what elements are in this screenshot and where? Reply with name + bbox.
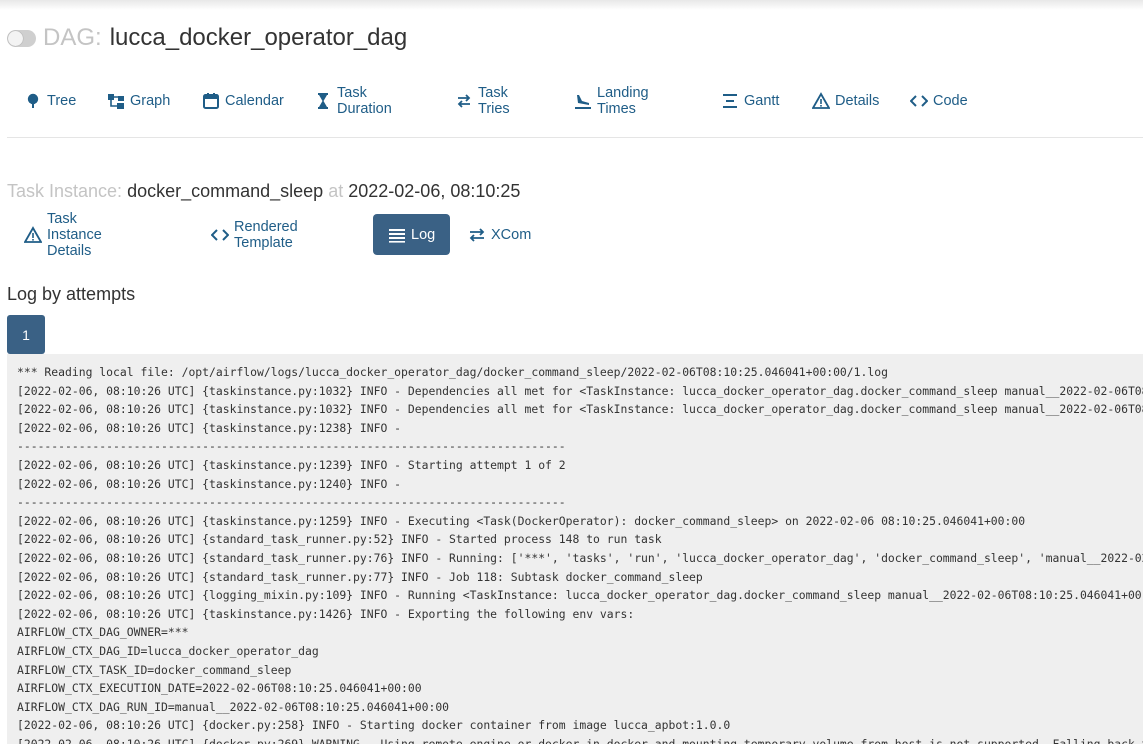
nav-gantt[interactable]: Gantt bbox=[721, 86, 779, 116]
nav-code[interactable]: Code bbox=[910, 86, 968, 116]
log-line: AIRFLOW_CTX_EXECUTION_DATE=2022-02-06T08… bbox=[17, 681, 422, 696]
task-instance-date: 2022-02-06, 08:10:25 bbox=[348, 181, 521, 201]
log-line: [2022-02-06, 08:10:26 UTC] {taskinstance… bbox=[17, 476, 408, 491]
log-by-attempts-heading: Log by attempts bbox=[7, 284, 136, 304]
nav-graph-label: Graph bbox=[130, 93, 171, 109]
nav-task-tries-label: Task Tries bbox=[478, 85, 510, 117]
hourglass-icon bbox=[314, 92, 332, 110]
calendar-icon bbox=[202, 92, 220, 110]
dag-id: lucca_docker_operator_dag bbox=[109, 24, 408, 51]
log-line: ----------------------------------------… bbox=[17, 439, 566, 454]
nav-divider bbox=[7, 137, 1143, 138]
nav-code-label: Code bbox=[933, 93, 968, 109]
tree-icon bbox=[24, 92, 42, 110]
graph-icon bbox=[107, 92, 125, 110]
log-line: [2022-02-06, 08:10:26 UTC] {standard_tas… bbox=[17, 532, 662, 547]
dag-pause-toggle[interactable] bbox=[7, 29, 36, 47]
task-instance-label: Task Instance: bbox=[7, 181, 123, 201]
dag-header: DAG: lucca_docker_operator_dag bbox=[7, 22, 407, 54]
dag-label: DAG: bbox=[43, 24, 102, 51]
nav-task-duration[interactable]: Task Duration bbox=[314, 85, 392, 117]
nav-details[interactable]: Details bbox=[812, 86, 879, 116]
log-line: [2022-02-06, 08:10:26 UTC] {taskinstance… bbox=[17, 457, 566, 472]
log-output[interactable]: *** Reading local file: /opt/airflow/log… bbox=[7, 354, 1143, 744]
code-icon bbox=[910, 92, 928, 110]
nav-tree-label: Tree bbox=[47, 93, 77, 109]
attempt-1-button[interactable]: 1 bbox=[7, 315, 45, 354]
plane-landing-icon bbox=[574, 92, 592, 110]
nav-details-label: Details bbox=[835, 93, 880, 109]
nav-task-duration-label: Task Duration bbox=[337, 85, 392, 117]
warning-triangle-icon bbox=[23, 225, 43, 244]
toggle-knob bbox=[8, 30, 23, 46]
nav-calendar-label: Calendar bbox=[225, 93, 284, 109]
log-line: [2022-02-06, 08:10:26 UTC] {standard_tas… bbox=[17, 569, 703, 584]
nav-gantt-label: Gantt bbox=[744, 93, 780, 109]
nav-calendar[interactable]: Calendar bbox=[202, 86, 284, 116]
retry-arrows-icon bbox=[455, 92, 473, 110]
tab-task-instance-details[interactable]: Task Instance Details bbox=[23, 211, 102, 259]
code-icon bbox=[210, 226, 230, 244]
list-icon bbox=[388, 226, 406, 244]
tab-log-label: Log bbox=[411, 226, 436, 243]
log-line: *** Reading local file: /opt/airflow/log… bbox=[17, 365, 888, 379]
tab-rendered-template-label: Rendered Template bbox=[234, 218, 298, 251]
nav-graph[interactable]: Graph bbox=[107, 86, 170, 116]
task-instance-header: Task Instance: docker_command_sleep at 2… bbox=[7, 181, 520, 205]
tab-xcom[interactable]: XCom bbox=[468, 214, 531, 255]
nav-landing-times-label: Landing Times bbox=[597, 85, 649, 117]
log-line: [2022-02-06, 08:10:26 UTC] {docker.py:26… bbox=[17, 736, 1143, 744]
log-line: [2022-02-06, 08:10:26 UTC] {taskinstance… bbox=[17, 606, 635, 621]
log-line: [2022-02-06, 08:10:26 UTC] {taskinstance… bbox=[17, 420, 408, 435]
log-line: AIRFLOW_CTX_DAG_ID=lucca_docker_operator… bbox=[17, 643, 319, 658]
log-line: [2022-02-06, 08:10:26 UTC] {docker.py:25… bbox=[17, 718, 731, 733]
nav-tree[interactable]: Tree bbox=[24, 86, 76, 116]
tab-task-instance-details-label: Task Instance Details bbox=[47, 210, 102, 259]
log-line: [2022-02-06, 08:10:26 UTC] {taskinstance… bbox=[17, 402, 1143, 417]
log-line: AIRFLOW_CTX_DAG_RUN_ID=manual__2022-02-0… bbox=[17, 699, 450, 714]
task-instance-at: at bbox=[328, 181, 344, 201]
warning-triangle-icon bbox=[812, 92, 830, 110]
log-line: AIRFLOW_CTX_DAG_OWNER=*** bbox=[17, 625, 189, 640]
log-line: [2022-02-06, 08:10:26 UTC] {logging_mixi… bbox=[17, 588, 1143, 603]
tab-log[interactable]: Log bbox=[373, 214, 450, 255]
log-line: [2022-02-06, 08:10:26 UTC] {taskinstance… bbox=[17, 513, 1026, 528]
task-instance-id: docker_command_sleep bbox=[127, 181, 324, 201]
log-line: [2022-02-06, 08:10:26 UTC] {standard_tas… bbox=[17, 550, 1143, 565]
nav-task-tries[interactable]: Task Tries bbox=[455, 85, 510, 117]
tab-xcom-label: XCom bbox=[491, 226, 532, 243]
tab-rendered-template[interactable]: Rendered Template bbox=[210, 214, 298, 255]
log-line: [2022-02-06, 08:10:26 UTC] {taskinstance… bbox=[17, 383, 1143, 398]
exchange-arrows-icon bbox=[468, 226, 486, 244]
top-navbar-edge bbox=[0, 0, 1143, 10]
log-line: AIRFLOW_CTX_TASK_ID=docker_command_sleep bbox=[17, 662, 292, 677]
nav-landing-times[interactable]: Landing Times bbox=[574, 85, 649, 117]
log-line: ----------------------------------------… bbox=[17, 495, 566, 510]
gantt-icon bbox=[721, 92, 739, 110]
